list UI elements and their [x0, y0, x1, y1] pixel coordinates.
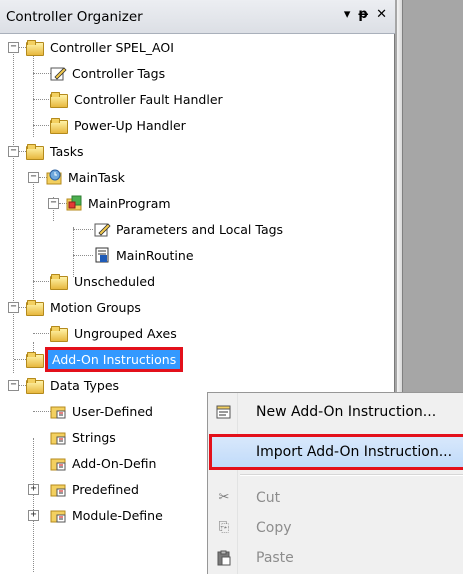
menu-item-import-aoi[interactable]: Import Add-On Instruction... — [209, 434, 463, 470]
cut-icon: ✂ — [218, 490, 230, 505]
tree-item-unscheduled[interactable]: Unscheduled — [50, 268, 157, 294]
tree-item-fault-handler[interactable]: Controller Fault Handler — [50, 86, 225, 112]
folder-icon — [26, 378, 45, 394]
tree-item-label: Add-On Instructions — [44, 346, 184, 372]
menu-item-cut[interactable]: ✂ Cut — [208, 483, 463, 513]
tree-item-label: Motion Groups — [50, 299, 141, 315]
tree-item-label: Parameters and Local Tags — [116, 221, 284, 237]
datatype-folder-icon — [50, 403, 67, 419]
tree-item-module-defined[interactable]: Module-Define — [50, 502, 165, 528]
tree-expander-mainprogram[interactable]: − — [48, 198, 59, 209]
copy-icon: ⎘ — [218, 520, 230, 535]
tree-expander-motion-groups[interactable]: − — [8, 302, 19, 313]
paste-icon — [216, 550, 232, 566]
tree-item-label: Data Types — [50, 377, 120, 393]
tree-expander-data-types[interactable]: − — [8, 380, 19, 391]
menu-item-label: Paste — [256, 550, 294, 566]
program-icon — [66, 195, 83, 211]
folder-icon — [50, 274, 69, 290]
tree-item-predefined[interactable]: Predefined — [50, 476, 141, 502]
tree-item-params-local-tags[interactable]: Parameters and Local Tags — [94, 216, 285, 242]
tree-expander-controller[interactable]: − — [8, 42, 19, 53]
datatype-folder-icon — [50, 481, 67, 497]
tree-expander-predefined[interactable]: + — [28, 484, 39, 495]
new-instruction-icon — [216, 404, 232, 420]
tree-item-label: Controller Tags — [72, 65, 166, 81]
tree-item-label: Strings — [72, 429, 116, 445]
panel-titlebar: Controller Organizer ▾ ᵽ ✕ — [0, 0, 395, 34]
menu-item-paste[interactable]: Paste — [208, 543, 463, 573]
dropdown-icon[interactable]: ▾ — [344, 7, 351, 22]
datatype-folder-icon — [50, 429, 67, 445]
tree-item-label: MainTask — [68, 169, 125, 185]
menu-item-label: Import Add-On Instruction... — [256, 444, 453, 460]
menu-item-new-aoi[interactable]: New Add-On Instruction... — [208, 397, 463, 427]
context-menu: New Add-On Instruction... Import Add-On … — [207, 392, 463, 574]
folder-icon — [26, 352, 45, 368]
folder-icon — [50, 326, 69, 342]
close-icon[interactable]: ✕ — [376, 7, 387, 22]
tree-item-user-defined[interactable]: User-Defined — [50, 398, 155, 424]
tree-item-label: MainRoutine — [116, 247, 194, 263]
tree-item-label: Power-Up Handler — [74, 117, 186, 133]
tree-item-motion-groups[interactable]: Motion Groups — [26, 294, 143, 320]
datatype-folder-icon — [50, 507, 67, 523]
tree-item-label: MainProgram — [88, 195, 171, 211]
tree-expander-maintask[interactable]: − — [28, 172, 39, 183]
tree-item-label: Predefined — [72, 481, 139, 497]
routine-icon — [94, 247, 111, 263]
datatype-folder-icon — [50, 455, 67, 471]
tree-item-controller[interactable]: Controller SPEL_AOI — [26, 34, 176, 60]
panel-title: Controller Organizer — [6, 9, 143, 25]
tree-item-label: Controller SPEL_AOI — [50, 39, 174, 55]
tree-item-add-on-instructions[interactable]: Add-On Instructions — [26, 346, 184, 372]
tree-item-label: Add-On-Defin — [72, 455, 157, 471]
folder-icon — [50, 118, 69, 134]
menu-item-copy[interactable]: ⎘ Copy — [208, 513, 463, 543]
tree-item-label: Ungrouped Axes — [74, 325, 177, 341]
folder-icon — [50, 92, 69, 108]
menu-item-label: Copy — [256, 520, 292, 536]
tree-item-maintask[interactable]: MainTask — [46, 164, 127, 190]
tree-item-tasks[interactable]: Tasks — [26, 138, 86, 164]
tree-item-label: Tasks — [50, 143, 84, 159]
folder-icon — [26, 144, 45, 160]
tree-item-label: Module-Define — [72, 507, 163, 523]
tree-item-label: User-Defined — [72, 403, 153, 419]
tree-item-label: Controller Fault Handler — [74, 91, 223, 107]
tree-item-label: Unscheduled — [74, 273, 156, 289]
tree-item-powerup-handler[interactable]: Power-Up Handler — [50, 112, 188, 138]
tree-item-data-types[interactable]: Data Types — [26, 372, 121, 398]
tags-icon — [94, 221, 111, 237]
tree-item-add-on-defined[interactable]: Add-On-Defin — [50, 450, 158, 476]
tree-item-controller-tags[interactable]: Controller Tags — [50, 60, 167, 86]
tree-item-mainroutine[interactable]: MainRoutine — [94, 242, 196, 268]
tree-expander-module-defined[interactable]: + — [28, 510, 39, 521]
folder-icon — [26, 40, 45, 56]
pin-icon[interactable]: ᵽ — [358, 7, 368, 22]
tree-item-ungrouped-axes[interactable]: Ungrouped Axes — [50, 320, 179, 346]
tree-expander-tasks[interactable]: − — [8, 146, 19, 157]
menu-item-label: New Add-On Instruction... — [256, 404, 437, 420]
tree-item-mainprogram[interactable]: MainProgram — [66, 190, 173, 216]
task-icon — [46, 169, 63, 185]
folder-icon — [26, 300, 45, 316]
menu-item-label: Cut — [256, 490, 281, 506]
tree-item-strings[interactable]: Strings — [50, 424, 118, 450]
tags-icon — [50, 65, 67, 81]
